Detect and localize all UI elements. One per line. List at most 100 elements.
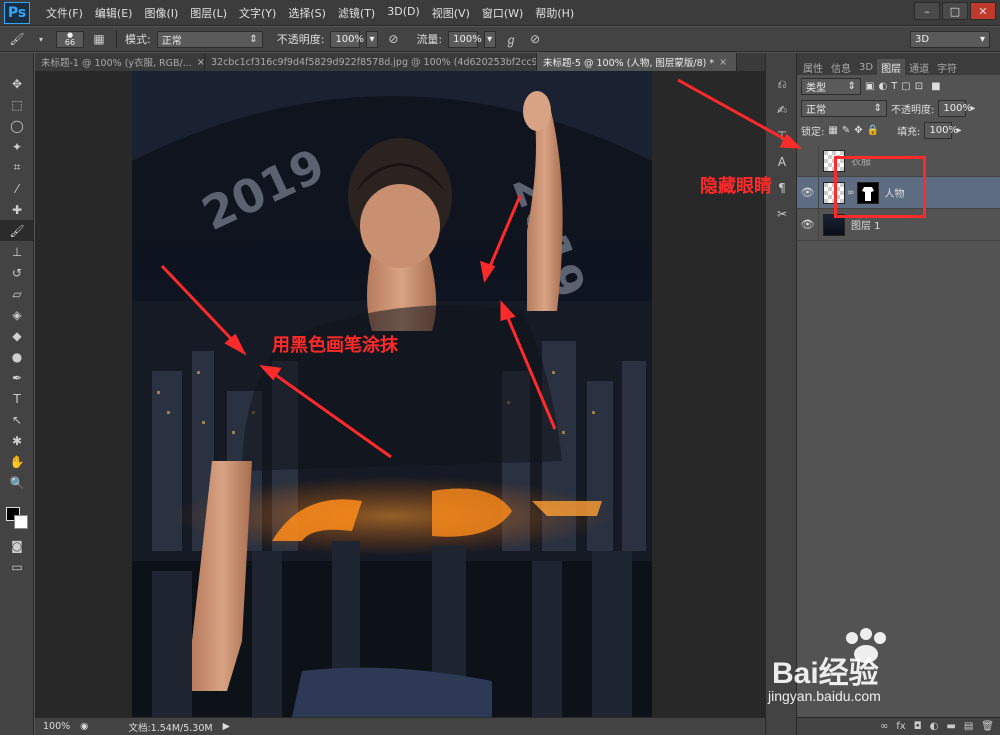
eyedropper-tool-icon[interactable]: ⁄ (0, 178, 34, 199)
layer-style-icon[interactable]: fx (896, 721, 905, 732)
dodge-tool-icon[interactable]: ● (0, 346, 34, 367)
trash-icon[interactable]: 🗑 (981, 721, 994, 732)
menu-window[interactable]: 窗口(W) (476, 5, 529, 21)
paint-bucket-tool-icon[interactable]: ◈ (0, 304, 34, 325)
tab-info[interactable]: 信息 (827, 59, 855, 75)
close-tab-icon[interactable]: × (719, 57, 727, 68)
lock-position-icon[interactable]: ✥ (854, 125, 862, 136)
status-icon[interactable]: ◉ (80, 721, 88, 732)
marquee-tool-icon[interactable]: ⬚ (0, 94, 34, 115)
screen-mode-icon[interactable]: ▭ (0, 556, 34, 577)
menu-help[interactable]: 帮助(H) (529, 5, 580, 21)
link-layers-icon[interactable]: ∞ (880, 721, 888, 732)
tab-character[interactable]: 字符 (933, 59, 961, 75)
brush-panel-icon[interactable]: ▦ (90, 30, 108, 48)
tab-properties[interactable]: 属性 (799, 59, 827, 75)
opacity-value: 100% (335, 33, 365, 45)
tool-presets-panel-icon[interactable]: ⊤ (766, 123, 798, 149)
pressure-opacity-icon[interactable]: ⊘ (384, 30, 402, 48)
crop-tool-icon[interactable]: ⌗ (0, 157, 34, 178)
background-color-swatch[interactable] (14, 515, 28, 529)
hand-tool-icon[interactable]: ✋ (0, 451, 34, 472)
lasso-tool-icon[interactable]: ◯ (0, 115, 34, 136)
flow-input[interactable]: 100% (448, 30, 482, 48)
new-group-icon[interactable]: ▬ (946, 721, 955, 732)
tab-document-2[interactable]: 32cbc1cf316c9f9d4f5829d922f8578d.jpg @ 1… (205, 53, 537, 71)
tab-document-active[interactable]: 未标题-5 @ 100% (人物, 图层蒙版/8) * × (537, 53, 737, 71)
menu-layer[interactable]: 图层(L) (184, 5, 233, 21)
zoom-level[interactable]: 100% (43, 721, 70, 732)
menu-select[interactable]: 选择(S) (282, 5, 332, 21)
menu-edit[interactable]: 编辑(E) (89, 5, 139, 21)
menu-file[interactable]: 文件(F) (40, 5, 89, 21)
healing-brush-tool-icon[interactable]: ✚ (0, 199, 34, 220)
menu-3d[interactable]: 3D(D) (381, 5, 426, 21)
panel-tabs: 属性 信息 3D 图层 通道 字符 (797, 53, 1000, 75)
chevron-right-icon[interactable]: ▸ (956, 125, 961, 136)
blur-tool-icon[interactable]: ◆ (0, 325, 34, 346)
brush-preset-icon[interactable]: 🖌 (8, 30, 26, 48)
layer-opacity-input[interactable]: 100% (938, 99, 972, 117)
move-tool-icon[interactable]: ✥ (0, 73, 34, 94)
visibility-toggle-hidden[interactable] (797, 144, 819, 177)
custom-shape-tool-icon[interactable]: ✱ (0, 430, 34, 451)
pen-tool-icon[interactable]: ✒ (0, 367, 34, 388)
tab-channels[interactable]: 通道 (905, 59, 933, 75)
maximize-button[interactable]: □ (942, 2, 968, 20)
clone-stamp-tool-icon[interactable]: ⊥ (0, 241, 34, 262)
document-tabs: 未标题-1 @ 100% (y衣服, RGB/... × 32cbc1cf316… (35, 53, 765, 71)
blend-mode-select[interactable]: 正常 ⇕ (801, 99, 887, 117)
opacity-input[interactable]: 100% (330, 30, 364, 48)
type-tool-icon[interactable]: T (0, 388, 34, 409)
tab-layers[interactable]: 图层 (877, 59, 906, 75)
lock-transparent-icon[interactable]: ▦ (828, 125, 837, 136)
workspace-select[interactable]: 3D ▾ (910, 30, 990, 48)
filter-pixel-icon[interactable]: ▣ (865, 81, 874, 92)
color-swatches[interactable] (0, 501, 34, 535)
lock-pixels-icon[interactable]: ✎ (842, 125, 850, 136)
tool-options-panel-icon[interactable]: ✂ (766, 201, 798, 227)
layer-kind-filter[interactable]: 类型 ⇕ (801, 77, 861, 95)
eraser-tool-icon[interactable]: ▱ (0, 283, 34, 304)
history-panel-icon[interactable]: ⎌ (766, 71, 798, 97)
flow-dropdown[interactable]: ▾ (484, 30, 497, 48)
path-selection-tool-icon[interactable]: ↖ (0, 409, 34, 430)
chevron-down-icon[interactable]: ▾ (32, 30, 50, 48)
brush-presets-panel-icon[interactable]: ✍ (766, 97, 798, 123)
zoom-tool-icon[interactable]: 🔍 (0, 472, 34, 493)
filter-shape-icon[interactable]: ▢ (901, 81, 910, 92)
opacity-dropdown[interactable]: ▾ (366, 30, 379, 48)
tab-3d[interactable]: 3D (855, 59, 877, 75)
airbrush-icon[interactable]: ℊ (502, 30, 520, 48)
magic-wand-tool-icon[interactable]: ✦ (0, 136, 34, 157)
minimize-button[interactable]: – (914, 2, 940, 20)
brush-size-picker[interactable]: ● 66 (56, 30, 84, 48)
history-brush-tool-icon[interactable]: ↺ (0, 262, 34, 283)
status-menu-icon[interactable]: ▶ (223, 721, 230, 732)
eye-icon[interactable]: 👁 (797, 208, 819, 241)
filter-adjustment-icon[interactable]: ◐ (878, 81, 887, 92)
menu-image[interactable]: 图像(I) (138, 5, 184, 21)
lock-all-icon[interactable]: 🔒 (867, 125, 879, 136)
pressure-size-icon[interactable]: ⊘ (526, 30, 544, 48)
menu-type[interactable]: 文字(Y) (233, 5, 282, 21)
menu-view[interactable]: 视图(V) (426, 5, 476, 21)
quick-mask-icon[interactable]: ◙ (0, 535, 34, 556)
filter-type-icon[interactable]: T (891, 81, 897, 92)
fill-input[interactable]: 100% (924, 121, 958, 139)
menu-filter[interactable]: 滤镜(T) (332, 5, 381, 21)
chevron-right-icon[interactable]: ▸ (970, 103, 975, 114)
eye-icon[interactable]: 👁 (797, 176, 819, 209)
mode-select[interactable]: 正常 ⇕ (156, 30, 263, 48)
adjustment-layer-icon[interactable]: ◐ (930, 721, 939, 732)
add-mask-icon[interactable]: ◘ (914, 721, 922, 732)
options-bar: 🖌 ▾ ● 66 ▦ 模式: 正常 ⇕ 不透明度: 100% ▾ ⊘ 流量: 1… (0, 27, 1000, 52)
close-tab-icon[interactable]: × (197, 57, 204, 68)
close-button[interactable]: ✕ (970, 2, 996, 20)
brush-tool-icon[interactable]: 🖌 (0, 220, 34, 241)
filter-toggle-icon[interactable]: ■ (931, 81, 940, 92)
filter-smart-object-icon[interactable]: ⊡ (915, 81, 923, 92)
new-layer-icon[interactable]: ▤ (964, 721, 973, 732)
canvas-area[interactable]: 2019 2019 用黑色画笔涂抹 (35, 71, 765, 717)
tab-document-1[interactable]: 未标题-1 @ 100% (y衣服, RGB/... × (35, 53, 205, 71)
